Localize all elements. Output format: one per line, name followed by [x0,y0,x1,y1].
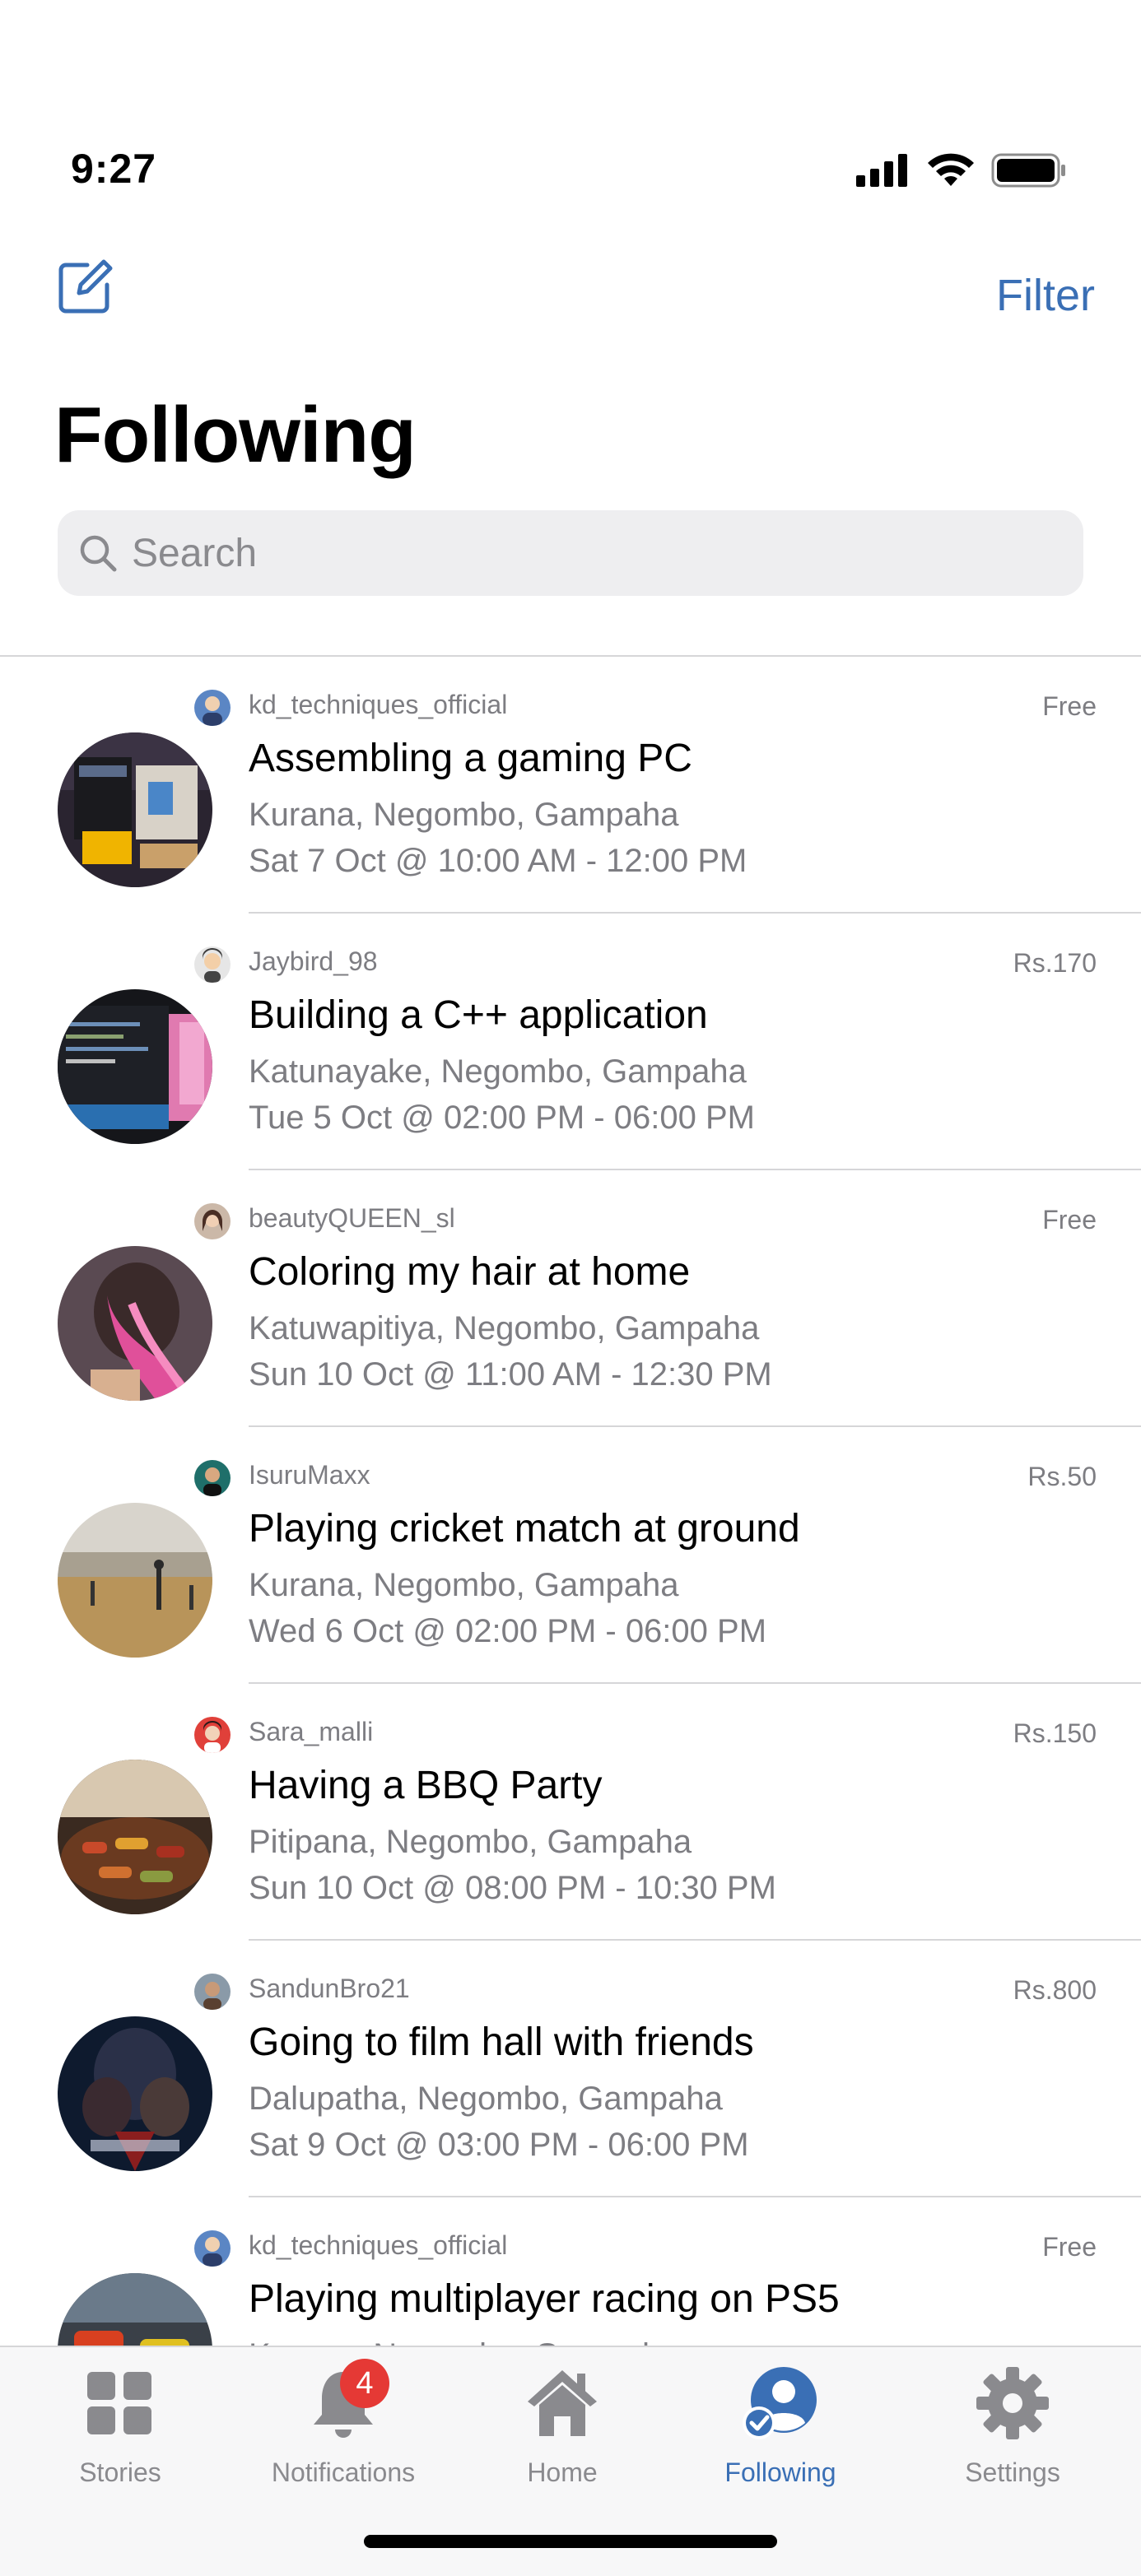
event-username[interactable]: Jaybird_98 [249,946,378,977]
event-datetime: Wed 6 Oct @ 02:00 PM - 06:00 PM [249,1613,767,1649]
event-list-item[interactable]: Jaybird_98 Rs.170 Building a C++ applica… [0,914,1141,1170]
user-avatar[interactable] [194,2230,231,2267]
user-avatar[interactable] [194,690,231,726]
user-avatar[interactable] [194,946,231,983]
event-username[interactable]: Sara_malli [249,1717,373,1747]
event-price: Free [1042,2232,1097,2262]
tab-label: Following [724,2457,836,2487]
tab-settings[interactable]: Settings [922,2364,1103,2512]
bell-icon: 4 [304,2359,389,2443]
person-check-icon [741,2364,820,2443]
tab-label: Stories [79,2457,161,2487]
tab-label: Notifications [271,2457,416,2487]
event-username[interactable]: beautyQUEEN_sl [249,1203,455,1234]
event-thumbnail [58,1760,212,1914]
grid-icon [81,2364,160,2443]
notification-badge: 4 [340,2359,389,2408]
event-list[interactable]: kd_techniques_official Free Assembling a… [0,657,1141,2346]
user-avatar[interactable] [194,1203,231,1239]
tab-following[interactable]: Following [690,2364,871,2512]
event-price: Free [1042,691,1097,721]
tab-label: Settings [965,2457,1060,2487]
event-thumbnail [58,2016,212,2171]
event-title: Going to film hall with friends [249,2020,754,2064]
event-location: Dalupatha, Negombo, Gampaha [249,2081,723,2117]
event-thumbnail [58,1503,212,1658]
search-bar[interactable] [58,510,1083,596]
search-icon [80,535,117,572]
event-thumbnail [58,2273,212,2346]
event-location: Pitipana, Negombo, Gampaha [249,1824,692,1860]
cellular-signal-icon [856,154,907,187]
event-title: Assembling a gaming PC [249,737,692,780]
wifi-icon [928,153,974,186]
event-list-item[interactable]: SandunBro21 Rs.800 Going to film hall wi… [0,1941,1141,2197]
compose-icon [58,259,113,314]
user-avatar[interactable] [194,1460,231,1496]
event-list-item[interactable]: kd_techniques_official Free Assembling a… [0,657,1141,914]
event-price: Rs.50 [1027,1462,1097,1491]
event-location: Katunayake, Negombo, Gampaha [249,1053,747,1090]
event-thumbnail [58,732,212,887]
event-price: Rs.800 [1013,1975,1097,2005]
tab-home[interactable]: Home [472,2364,653,2512]
page-title: Following [54,391,417,479]
tab-stories[interactable]: Stories [30,2364,211,2512]
event-title: Playing multiplayer racing on PS5 [249,2277,840,2321]
event-username[interactable]: SandunBro21 [249,1974,410,2004]
event-price: Free [1042,1205,1097,1235]
event-price: Rs.150 [1013,1718,1097,1748]
compose-button[interactable] [54,255,117,318]
event-datetime: Sat 7 Oct @ 10:00 AM - 12:00 PM [249,843,747,879]
event-datetime: Sun 10 Oct @ 11:00 AM - 12:30 PM [249,1356,772,1393]
event-title: Playing cricket match at ground [249,1507,800,1551]
status-bar: 9:27 [0,0,1141,214]
event-list-item[interactable]: beautyQUEEN_sl Free Coloring my hair at … [0,1170,1141,1427]
event-list-item[interactable]: Sara_malli Rs.150 Having a BBQ Party Pit… [0,1684,1141,1941]
event-thumbnail [58,1246,212,1401]
event-username[interactable]: kd_techniques_official [249,690,507,720]
event-location: Katuwapitiya, Negombo, Gampaha [249,1310,760,1346]
event-datetime: Sun 10 Oct @ 08:00 PM - 10:30 PM [249,1870,776,1906]
event-thumbnail [58,989,212,1144]
event-price: Rs.170 [1013,948,1097,978]
event-title: Having a BBQ Party [249,1764,603,1807]
event-datetime: Sat 9 Oct @ 03:00 PM - 06:00 PM [249,2127,749,2163]
event-list-item[interactable]: IsuruMaxx Rs.50 Playing cricket match at… [0,1427,1141,1684]
search-input[interactable] [132,530,1037,576]
event-title: Coloring my hair at home [249,1250,691,1294]
gear-icon [973,2364,1052,2443]
status-icons [856,153,1067,188]
battery-icon [991,153,1065,188]
tab-notifications[interactable]: 4 Notifications [253,2359,434,2512]
house-icon [523,2364,602,2443]
event-list-item[interactable]: kd_techniques_official Free Playing mult… [0,2197,1141,2346]
tab-label: Home [527,2457,598,2487]
event-username[interactable]: IsuruMaxx [249,1460,370,1490]
event-title: Building a C++ application [249,993,708,1037]
home-indicator [364,2535,777,2548]
user-avatar[interactable] [194,1717,231,1753]
user-avatar[interactable] [194,1974,231,2010]
filter-button[interactable]: Filter [996,270,1095,321]
event-location: Kurana, Negombo, Gampaha [249,797,679,833]
status-time: 9:27 [71,146,157,192]
event-datetime: Tue 5 Oct @ 02:00 PM - 06:00 PM [249,1100,755,1136]
event-location: Kurana, Negombo, Gampaha [249,2337,679,2346]
event-username[interactable]: kd_techniques_official [249,2230,507,2261]
event-location: Kurana, Negombo, Gampaha [249,1567,679,1603]
